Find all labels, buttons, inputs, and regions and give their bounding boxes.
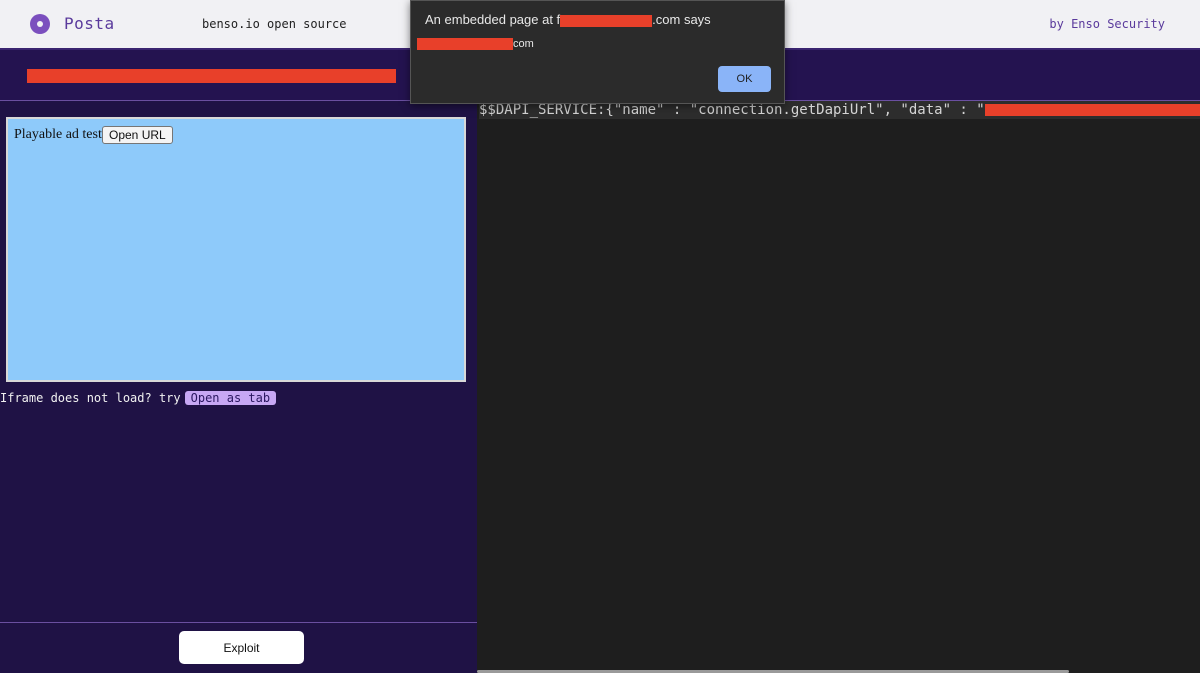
iframe-fallback-row: Iframe does not load? try Open as tab: [0, 391, 277, 405]
redacted-url: [27, 69, 396, 83]
redacted-domain: [560, 14, 653, 27]
open-url-button[interactable]: Open URL: [102, 126, 173, 144]
ok-button[interactable]: OK: [718, 66, 771, 92]
open-as-tab-button[interactable]: Open as tab: [184, 391, 277, 405]
app-name: Posta: [64, 14, 115, 33]
dialog-title: An embedded page at f .com says: [425, 12, 711, 27]
dialog-title-suffix: .com says: [652, 12, 711, 27]
message-log-panel[interactable]: $$DAPI_SERVICE:{"name" : "connection.get…: [477, 101, 1200, 673]
log-entry-text: $$DAPI_SERVICE:{"name" : "connection.get…: [479, 102, 985, 118]
byline-link[interactable]: by Enso Security: [1049, 17, 1165, 31]
dialog-message-suffix: com: [513, 38, 534, 50]
dialog-title-prefix: An embedded page at f: [425, 12, 561, 27]
posta-logo-icon: [30, 14, 50, 34]
iframe-title: Playable ad test: [14, 127, 102, 142]
tagline-link[interactable]: benso.io open source: [202, 17, 347, 31]
divider: [0, 622, 477, 623]
exploit-button[interactable]: Exploit: [179, 631, 304, 664]
fallback-text: Iframe does not load? try: [0, 391, 181, 405]
alert-dialog: An embedded page at f .com says com OK: [410, 0, 785, 104]
redacted-log-data: [984, 104, 1200, 116]
embedded-iframe[interactable]: Playable ad test Open URL: [6, 117, 466, 382]
redacted-message: [417, 38, 513, 51]
dialog-message: com: [417, 38, 534, 51]
preview-panel: Playable ad test Open URL Iframe does no…: [0, 101, 477, 673]
